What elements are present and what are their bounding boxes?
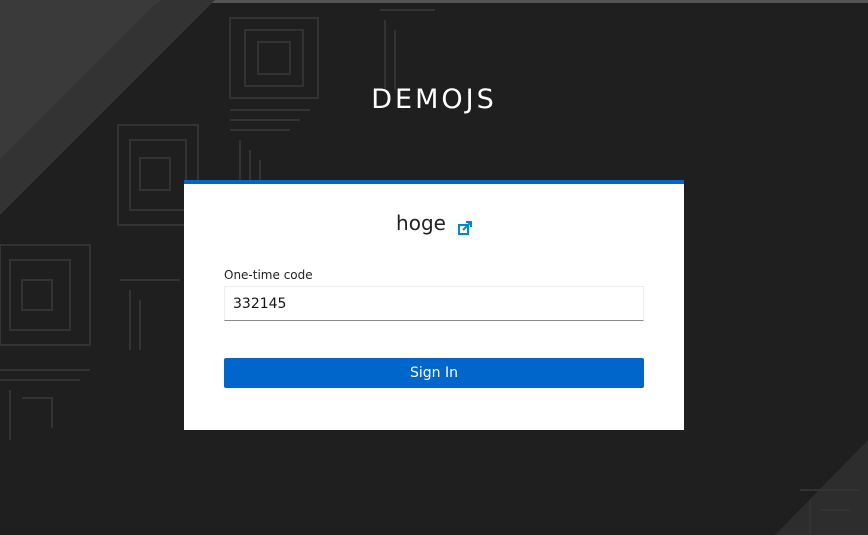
sign-in-button[interactable]: Sign In: [224, 358, 644, 388]
login-card: hoge One-time code Sign In: [184, 180, 684, 430]
brand-title: DEMOJS: [371, 84, 497, 115]
otp-label: One-time code: [224, 268, 313, 282]
external-link-icon[interactable]: [457, 216, 472, 235]
attempted-username: hoge: [396, 211, 446, 235]
attempted-username-row: hoge: [184, 211, 684, 235]
otp-input[interactable]: [224, 286, 644, 321]
